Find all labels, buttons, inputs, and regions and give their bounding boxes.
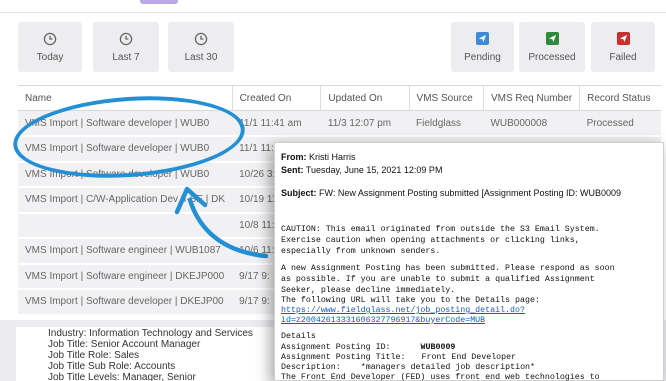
email-body-line: Seeker, please decline immediately. xyxy=(281,286,456,295)
email-from-label: From: xyxy=(281,152,307,162)
send-icon xyxy=(616,31,630,45)
cell-updated-on: 11/3 12:07 pm xyxy=(320,110,410,137)
filter-last30-label: Last 30 xyxy=(184,51,218,63)
email-description-line: Description: *managers detailed job descr… xyxy=(281,363,535,372)
details-page-link[interactable]: https://www.fieldglass.net/job_posting_d… xyxy=(281,306,525,315)
email-subject: FW: New Assignment Posting submitted [As… xyxy=(319,188,621,198)
detail-industry: Industry: Information Technology and Ser… xyxy=(48,328,253,339)
app-window: Today Last 7 Last 30 Pending Processed F… xyxy=(0,0,666,381)
posting-id: WUB0009 xyxy=(420,343,456,352)
clock-icon xyxy=(43,32,57,45)
email-posting-id-line: Assignment Posting ID: WUB0009 xyxy=(281,343,455,352)
filter-last7-label: Last 7 xyxy=(112,51,140,63)
email-details-heading: Details xyxy=(281,332,316,341)
cell-name xyxy=(18,212,233,239)
description-label: Description: xyxy=(281,363,341,372)
filter-pending-button[interactable]: Pending xyxy=(451,22,514,72)
filter-today-label: Today xyxy=(36,51,64,63)
detail-job-title-levels: Job Title Levels: Manager, Senior xyxy=(48,372,196,381)
column-header-created-on[interactable]: Created On xyxy=(231,85,321,111)
email-body-line: The following URL will take you to the D… xyxy=(281,296,540,305)
email-caution-line: especially from unknown senders. xyxy=(281,247,441,256)
posting-title: Front End Developer xyxy=(421,353,517,362)
filter-failed-label: Failed xyxy=(609,51,637,63)
email-sent: Tuesday, June 15, 2021 12:09 PM xyxy=(305,165,443,175)
posting-id-label: Assignment Posting ID: xyxy=(281,343,391,352)
email-body-line: A new Assignment Posting has been submit… xyxy=(281,264,615,273)
filter-failed-button[interactable]: Failed xyxy=(591,22,655,72)
send-icon xyxy=(476,31,489,45)
detail-job-title-sub-role: Job Title Sub Role: Accounts xyxy=(48,361,176,372)
email-from-line: From: Kristi Harris xyxy=(281,152,356,162)
column-header-record-status[interactable]: Record Status xyxy=(579,85,661,111)
filter-pending-label: Pending xyxy=(464,51,501,63)
column-header-vms-req-number[interactable]: VMS Req Number xyxy=(482,85,580,111)
email-caution-line: Exercise caution when opening attachment… xyxy=(281,236,580,245)
cell-record-status: Processed xyxy=(579,110,661,137)
cell-created-on: 11/1 11:41 am xyxy=(232,110,321,137)
email-body-line: The Front End Developer (FED) uses front… xyxy=(281,373,600,381)
email-body-line: as possible. If you are unable to submit… xyxy=(281,275,595,284)
filter-last7-button[interactable]: Last 7 xyxy=(93,22,159,72)
clock-icon xyxy=(119,32,133,45)
filter-today-button[interactable]: Today xyxy=(18,22,82,72)
cell-name: VMS Import | Software engineer | WUB1087 xyxy=(18,238,233,265)
cell-name: VMS Import | C/W-Application Dev II-SE |… xyxy=(18,187,233,214)
email-subject-label: Subject: xyxy=(281,188,317,198)
column-header-updated-on[interactable]: Updated On xyxy=(320,85,410,111)
cell-name: VMS Import | Software engineer | DKEJP00… xyxy=(18,263,233,290)
email-sent-line: Sent: Tuesday, June 15, 2021 12:09 PM xyxy=(281,165,442,175)
email-posting-title-line: Assignment Posting Title: Front End Devel… xyxy=(281,353,516,362)
description: *managers detailed job description* xyxy=(360,363,536,372)
detail-job-title-role: Job Title Role: Sales xyxy=(48,350,140,361)
filter-processed-label: Processed xyxy=(528,51,576,63)
cell-vms-source: Fieldglass xyxy=(409,110,484,137)
posting-title-label: Assignment Posting Title: xyxy=(281,353,406,362)
email-preview: From: Kristi Harris Sent: Tuesday, June … xyxy=(274,142,664,381)
details-page-link[interactable]: id=z20042613331606327796917&buyerCode=MU… xyxy=(281,316,485,325)
email-sent-label: Sent: xyxy=(281,165,304,175)
top-nav-strip xyxy=(0,0,666,12)
detail-job-title: Job Title: Senior Account Manager xyxy=(48,339,201,350)
clock-icon xyxy=(194,32,208,45)
email-subject-line: Subject: FW: New Assignment Posting subm… xyxy=(281,188,621,198)
cell-name: VMS Import | Software developer | DKEJP0… xyxy=(18,289,233,316)
active-tab-indicator xyxy=(140,0,178,4)
column-header-vms-source[interactable]: VMS Source xyxy=(408,85,484,111)
filter-last30-button[interactable]: Last 30 xyxy=(168,22,234,72)
email-from: Kristi Harris xyxy=(309,152,356,162)
email-caution-line: CAUTION: This email originated from outs… xyxy=(281,225,600,234)
send-icon xyxy=(545,31,559,45)
cell-vms-req-number: WUB000008 xyxy=(483,110,580,137)
filter-processed-button[interactable]: Processed xyxy=(519,22,585,72)
